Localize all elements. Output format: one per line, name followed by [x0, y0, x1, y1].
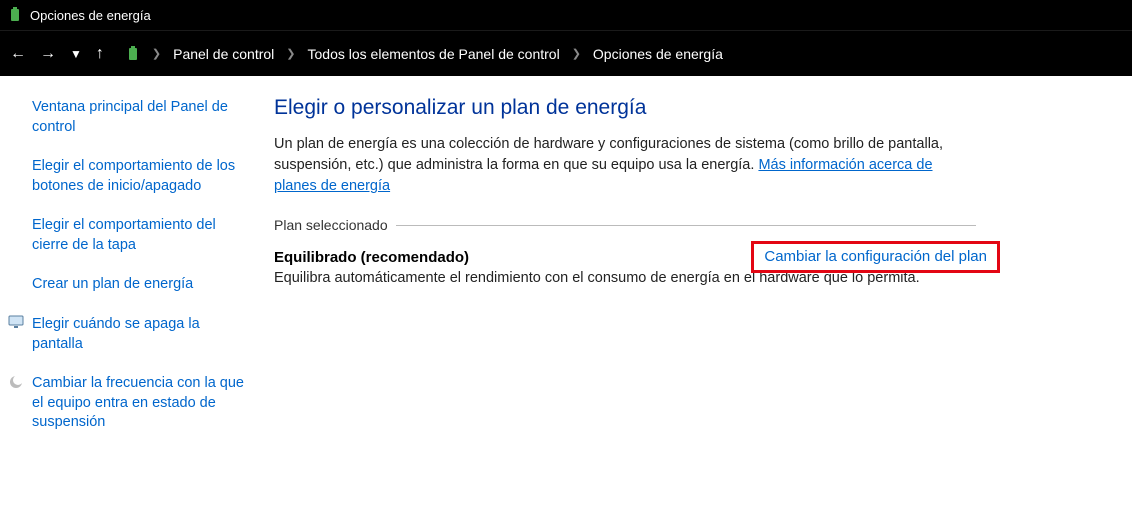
breadcrumb-separator-icon: ❯: [152, 47, 161, 60]
breadcrumb-item[interactable]: Opciones de energía: [593, 46, 723, 62]
recent-locations-icon[interactable]: ▼: [70, 47, 82, 61]
section-label: Plan seleccionado: [274, 217, 396, 233]
breadcrumb-separator-icon: ❯: [572, 47, 581, 60]
battery-icon: [126, 46, 140, 62]
breadcrumb-separator-icon: ❯: [286, 47, 295, 60]
battery-icon: [8, 7, 22, 23]
sidebar-item-create-plan[interactable]: Crear un plan de energía: [14, 269, 252, 309]
sidebar-item-label: Cambiar la frecuencia con la que el equi…: [32, 375, 244, 430]
content-area: Ventana principal del Panel de control E…: [0, 76, 1132, 447]
intro-paragraph: Un plan de energía es una colección de h…: [274, 134, 976, 197]
monitor-icon: [8, 315, 24, 336]
sidebar-item-lid-close[interactable]: Elegir el comportamiento del cierre de l…: [14, 210, 252, 269]
nav-arrows: ← → ▼ ↑: [10, 45, 104, 63]
breadcrumb-item[interactable]: Panel de control: [173, 46, 274, 62]
change-plan-highlight: Cambiar la configuración del plan: [751, 241, 1000, 273]
page-heading: Elegir o personalizar un plan de energía: [274, 96, 976, 120]
plan-row: Equilibrado (recomendado) Equilibra auto…: [274, 249, 976, 286]
window-title: Opciones de energía: [30, 8, 151, 23]
sidebar: Ventana principal del Panel de control E…: [0, 92, 260, 447]
change-plan-settings-link[interactable]: Cambiar la configuración del plan: [764, 248, 987, 265]
up-arrow-icon[interactable]: ↑: [96, 45, 104, 63]
titlebar: Opciones de energía: [0, 0, 1132, 30]
breadcrumb-item[interactable]: Todos los elementos de Panel de control: [308, 46, 560, 62]
sidebar-item-display-off[interactable]: Elegir cuándo se apaga la pantalla: [14, 309, 252, 368]
moon-icon: [8, 374, 24, 397]
section-divider: [396, 225, 976, 226]
navbar: ← → ▼ ↑ ❯ Panel de control ❯ Todos los e…: [0, 30, 1132, 76]
sidebar-item-sleep[interactable]: Cambiar la frecuencia con la que el equi…: [14, 368, 252, 447]
main-panel: Elegir o personalizar un plan de energía…: [260, 92, 1000, 447]
sidebar-item-home[interactable]: Ventana principal del Panel de control: [14, 92, 252, 151]
breadcrumb: ❯ Panel de control ❯ Todos los elementos…: [126, 46, 723, 62]
sidebar-item-label: Elegir cuándo se apaga la pantalla: [32, 316, 200, 352]
back-arrow-icon[interactable]: ←: [10, 45, 26, 63]
section-header: Plan seleccionado: [274, 217, 976, 233]
sidebar-item-power-buttons[interactable]: Elegir el comportamiento de los botones …: [14, 151, 252, 210]
forward-arrow-icon[interactable]: →: [40, 45, 56, 63]
